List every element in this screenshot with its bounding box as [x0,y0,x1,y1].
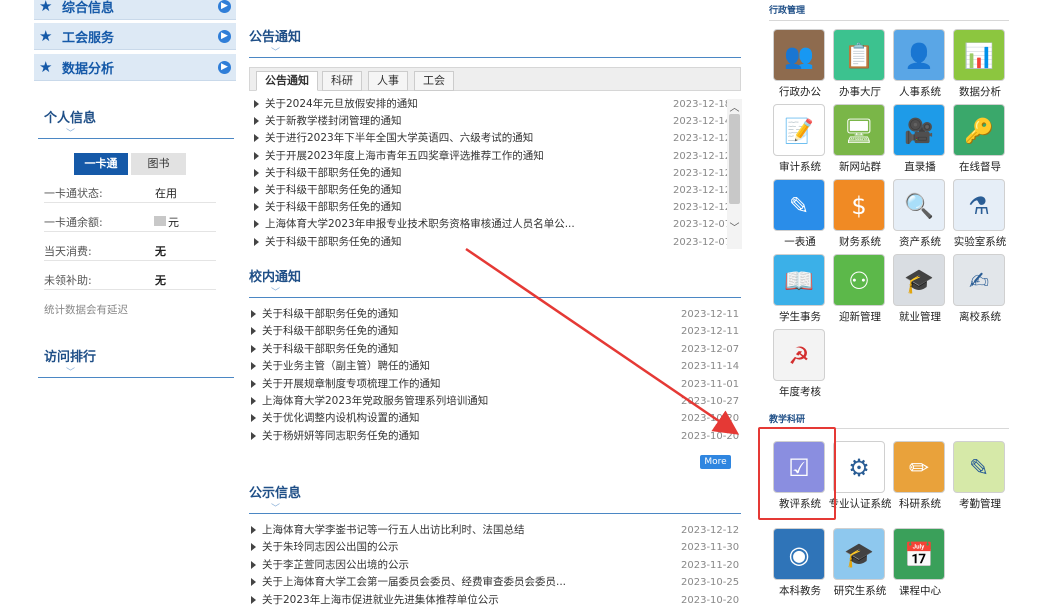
pointer-arrow [465,247,740,435]
portal-page: ★ 综合信息 ▶ ★ 工会服务 ▶ ★ 数据分析 ▶ 个人信息 ﹀ 一卡通 图书… [0,0,1048,611]
